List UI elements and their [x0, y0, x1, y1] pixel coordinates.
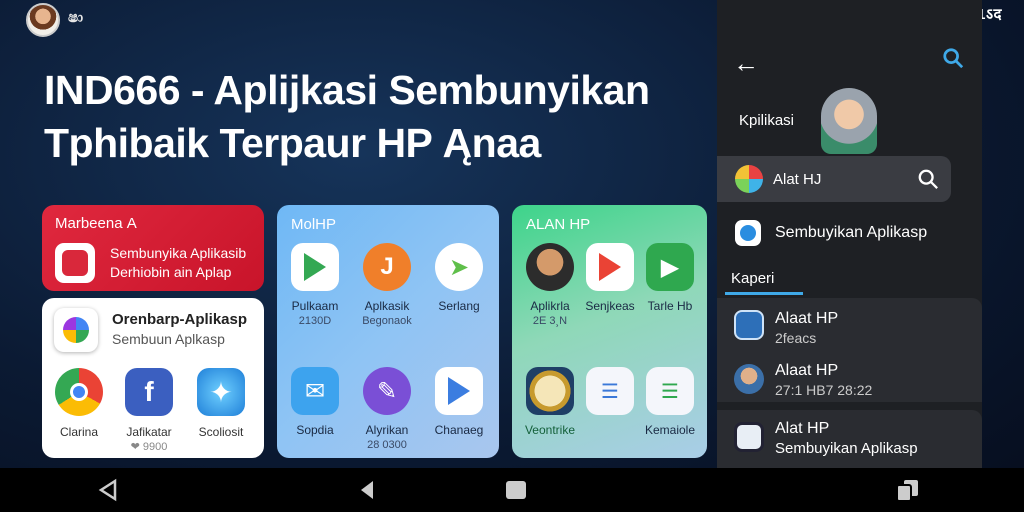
search-row-text: Alat HJ [773, 171, 822, 188]
play-store-icon [291, 243, 339, 291]
list-item[interactable]: Alat HP Sembuyikan Aplikasp [717, 410, 982, 468]
hide-apps-label: Sembuyikan Aplikasp [775, 224, 928, 241]
title-line-2: Tphibaik Terpaur HP Ąnaa [44, 120, 541, 166]
app-label: Chanaeg [434, 423, 484, 437]
app-tile[interactable]: Chanaeg [423, 367, 495, 437]
app-tile[interactable]: f Jafikatar ❤ 9900 [114, 368, 184, 453]
navigation-bar [0, 468, 1024, 512]
app-sublabel: 2Е 3¸N [532, 315, 568, 327]
app-icon [55, 243, 95, 283]
chrome-icon [55, 368, 103, 416]
red-card-line-1: Sembunyika Aplikasib [110, 245, 247, 261]
app-label: Scoliosit [198, 425, 244, 439]
app-logo-icon [54, 308, 98, 352]
search-icon[interactable] [917, 168, 939, 190]
app-label: Alyrikan [365, 423, 409, 437]
app-label: Kemaiole [644, 423, 696, 437]
app-sublabel: 2130D [298, 315, 332, 327]
calendar-icon: ☰ [586, 367, 634, 415]
triangle-nav-icon[interactable] [359, 478, 375, 502]
profile-avatar[interactable] [26, 3, 60, 37]
green-card-title: ALAN HP [526, 216, 591, 233]
app-tile[interactable]: J Aplkasik Begonaok [351, 243, 423, 327]
orange-app-icon: J [363, 243, 411, 291]
green-card[interactable]: ALAN HP Aplikrla 2Е 3¸N Senjkeas ▶ Tarle… [512, 205, 707, 458]
clock-icon [526, 367, 574, 415]
status-left-text: ෂා [68, 9, 84, 26]
app-icon [735, 165, 763, 193]
title-line-1: IND666 - Aplijkasi Sembunyikan [44, 67, 650, 113]
red-card[interactable]: Marbeenа А Sembunyika Aplikasib Derhiobi… [42, 205, 264, 291]
red-card-title: Marbeenа А [55, 215, 137, 232]
play-store-icon [435, 367, 483, 415]
app-label: Sopdia [296, 423, 334, 437]
section-header: Kaperi [731, 270, 775, 287]
app-icon [734, 310, 764, 340]
white-card[interactable]: Orenbarp-Aplikasp Sembuun Aplkasp Clarin… [42, 298, 264, 458]
blue-card-title: MolHP [291, 216, 337, 233]
notes-icon: ☰ [646, 367, 694, 415]
section-underline [725, 292, 803, 295]
white-card-title: Orenbarp-Aplikasp [112, 311, 248, 328]
back-arrow-icon[interactable]: ← [733, 48, 759, 79]
app-sublabel: 28 0300 [367, 439, 407, 451]
contact-avatar [734, 364, 764, 394]
list-item-title: Alaat HP [775, 310, 839, 327]
video-icon: ▶ [646, 243, 694, 291]
list-item-subtitle: 2feacs [775, 330, 817, 346]
back-nav-icon[interactable] [97, 478, 119, 502]
app-tile[interactable]: ✉ Sopdia [279, 367, 351, 437]
red-card-line-2: Derhiobin ain Aplap [110, 264, 232, 280]
app-label: Veontrike [524, 423, 576, 437]
safari-icon: ✦ [197, 368, 245, 416]
list-item-title: Alaat HP [775, 362, 839, 379]
app-sublabel: ❤ 9900 [130, 441, 168, 453]
app-label: Tarle Hb [647, 299, 693, 313]
list-item-subtitle: Sembuyikan Aplikasp [775, 440, 918, 457]
app-label: Aplkasik [364, 299, 410, 313]
panel-label: Kpilikasi [739, 112, 795, 129]
app-tile[interactable]: Clarina [44, 368, 114, 439]
search-icon[interactable] [942, 47, 964, 69]
list-item-subtitle: 27:1 HB7 28:22 [775, 382, 873, 398]
home-nav-icon[interactable] [504, 478, 528, 502]
search-result-row[interactable]: Alat HJ [717, 156, 951, 202]
app-tile[interactable]: Pulkaam 2130D [279, 243, 351, 327]
app-tile[interactable]: ➤ Serlang [423, 243, 495, 313]
user-avatar[interactable] [821, 88, 877, 154]
app-tile[interactable]: ☰ Kemaiole [634, 367, 706, 437]
white-card-subtitle: Sembuun Aplkasp [112, 331, 225, 347]
page-title: IND666 - Aplijkasi Sembunyikan Tphibaik … [44, 64, 704, 170]
side-panel: ← Kpilikasi Alat HJ Sembuyikan Aplikasp … [717, 0, 982, 468]
app-label: Serlang [438, 299, 480, 313]
facebook-icon: f [125, 368, 173, 416]
app-label: Jafikatar [126, 425, 172, 439]
compass-icon: ✎ [363, 367, 411, 415]
app-icon [735, 220, 761, 246]
app-sublabel: Begonaok [362, 315, 412, 327]
app-tile[interactable]: ✎ Alyrikan 28 0300 [351, 367, 423, 451]
app-tile[interactable]: ▶ Tarle Hb [634, 243, 706, 313]
list-item-title: Alat HP [775, 420, 830, 437]
play-store-icon [586, 243, 634, 291]
app-icon [734, 422, 764, 452]
app-label: Clarina [59, 425, 98, 439]
person-avatar-icon [526, 243, 574, 291]
recents-nav-icon[interactable] [895, 478, 921, 502]
share-icon: ➤ [435, 243, 483, 291]
mail-icon: ✉ [291, 367, 339, 415]
app-tile[interactable]: ✦ Scoliosit [186, 368, 256, 439]
list-group: Alaat HP 2feacs Alaat HP 27:1 HB7 28:22 [717, 298, 982, 402]
blue-card[interactable]: MolHP Pulkaam 2130D J Aplkasik Begonaok … [277, 205, 499, 458]
app-label: Pulkaam [291, 299, 339, 313]
hide-apps-row[interactable]: Sembuyikan Aplikasp [735, 220, 927, 246]
